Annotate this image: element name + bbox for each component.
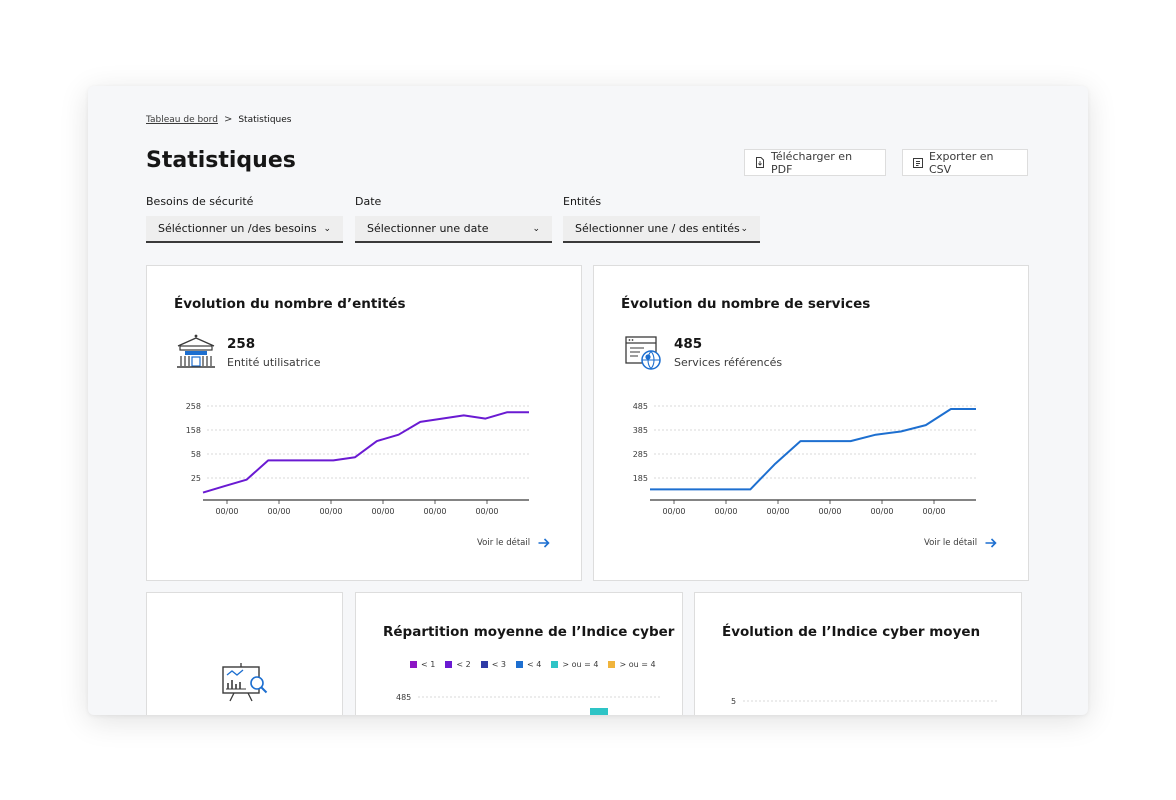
cyber-evolution-line-chart: 5: [731, 697, 999, 706]
y-tick-label: 185: [633, 474, 648, 483]
bar: [590, 708, 608, 715]
y-tick-label: 485: [633, 402, 648, 411]
y-tick-label: 385: [633, 426, 648, 435]
services-line-chart: 485 385 285 185 00/00 00/00 00/00 00/00 00/00 00/…: [633, 402, 976, 516]
page-title: Statistiques: [146, 148, 296, 173]
security-needs-select[interactable]: Séléctionner un /des besoins ⌄: [146, 216, 343, 243]
x-tick-label: 00/00: [475, 507, 498, 516]
chevron-down-icon: ⌄: [532, 223, 540, 234]
legend-swatch: [551, 661, 559, 668]
x-tick-label: 00/00: [662, 507, 685, 516]
cyber-evolution-card: Évolution de l’Indice cyber moyen 5: [694, 592, 1022, 715]
y-tick-label: 158: [186, 426, 201, 435]
see-details-link[interactable]: Voir le détail: [477, 538, 550, 548]
see-details-label: Voir le détail: [924, 538, 978, 548]
services-evolution-card: Évolution du nombre de services 485 Serv…: [593, 265, 1029, 581]
y-tick-label: 285: [633, 450, 648, 459]
export-csv-label: Exporter en CSV: [929, 149, 994, 176]
legend-label: < 2: [456, 660, 471, 669]
legend-item: > ou = 4: [608, 660, 656, 669]
legend-item: < 1: [410, 660, 435, 669]
breadcrumb-home-link[interactable]: Tableau de bord: [146, 115, 218, 125]
chart-legend: < 1 < 2 < 3 < 4 > ou = 4 > ou = 4: [410, 660, 656, 669]
x-tick-label: 00/00: [714, 507, 737, 516]
x-tick-label: 00/00: [922, 507, 945, 516]
presentation-search-icon: [222, 663, 268, 702]
web-service-icon: [625, 336, 661, 370]
export-csv-button[interactable]: Exporter en CSV: [902, 149, 1028, 176]
x-tick-label: 00/00: [319, 507, 342, 516]
legend-label: < 1: [421, 660, 436, 669]
legend-swatch: [410, 661, 417, 668]
kpi-value: 258: [227, 336, 256, 352]
entities-evolution-card: Évolution du nombre d’entités 258 Entité…: [146, 265, 582, 581]
chevron-down-icon: ⌄: [740, 223, 748, 234]
see-details-link[interactable]: Voir le détail: [924, 538, 997, 548]
y-tick-label: 485: [396, 693, 411, 702]
filter-label-date: Date: [355, 195, 382, 208]
download-pdf-label: Télécharger en PDF: [771, 149, 853, 176]
arrow-right-icon: [985, 538, 997, 548]
kpi-value: 485: [674, 336, 703, 352]
card-title: Répartition moyenne de l’Indice cyber: [383, 624, 675, 640]
breadcrumb-current: Statistiques: [238, 114, 292, 125]
security-needs-select-value: Séléctionner un /des besoins: [158, 222, 317, 235]
x-tick-label: 00/00: [267, 507, 290, 516]
legend-swatch: [480, 661, 488, 668]
card-title: Évolution du nombre d’entités: [174, 296, 406, 312]
entities-line-chart: 258 158 58 25 00/00 00/00 00/00 00/00 00/00 00/00: [186, 402, 529, 516]
entities-select[interactable]: Sélectionner une / des entités ⌄: [563, 216, 760, 243]
y-tick-label: 25: [191, 474, 201, 483]
series-line: [650, 408, 976, 491]
x-tick-label: 00/00: [423, 507, 446, 516]
legend-item: < 4: [516, 660, 541, 669]
legend-item: < 3: [480, 660, 507, 669]
kpi-label: Services référencés: [674, 356, 783, 369]
date-select[interactable]: Sélectionner une date ⌄: [355, 216, 552, 243]
legend-label: < 4: [527, 660, 542, 669]
entities-select-value: Sélectionner une / des entités: [575, 222, 740, 235]
legend-swatch: [445, 661, 453, 668]
download-pdf-button[interactable]: Télécharger en PDF: [744, 149, 886, 176]
filter-label-entities: Entités: [563, 195, 602, 208]
app-window: Tableau de bord > Statistiques Statistiq…: [88, 86, 1088, 715]
legend-swatch: [516, 661, 524, 668]
file-download-icon: [756, 157, 764, 168]
y-tick-label: 258: [186, 402, 201, 411]
card-title: Évolution du nombre de services: [621, 296, 871, 312]
x-tick-label: 00/00: [371, 507, 394, 516]
x-tick-label: 00/00: [818, 507, 841, 516]
legend-item: < 2: [445, 660, 471, 669]
y-tick-label: 58: [191, 450, 201, 459]
x-tick-label: 00/00: [870, 507, 893, 516]
date-select-value: Sélectionner une date: [367, 222, 489, 235]
legend-label: < 3: [491, 660, 507, 669]
x-tick-label: 00/00: [215, 507, 238, 516]
legend-item: > ou = 4: [551, 660, 598, 669]
illustration-card: [146, 592, 343, 715]
breadcrumb-separator: >: [223, 114, 233, 125]
series-line: [202, 411, 529, 494]
arrow-right-icon: [538, 538, 550, 548]
legend-label: > ou = 4: [562, 660, 599, 669]
x-tick-label: 00/00: [766, 507, 789, 516]
kpi-label: Entité utilisatrice: [227, 356, 321, 369]
cyber-distribution-bar-chart: 485: [396, 693, 660, 715]
legend-swatch: [608, 661, 616, 668]
y-tick-label: 5: [731, 697, 736, 706]
chevron-down-icon: ⌄: [323, 223, 331, 234]
legend-label: > ou = 4: [619, 660, 656, 669]
file-export-icon: [913, 157, 923, 168]
building-icon: [177, 334, 215, 368]
breadcrumb: Tableau de bord > Statistiques: [146, 114, 292, 125]
see-details-label: Voir le détail: [477, 538, 531, 548]
card-title: Évolution de l’Indice cyber moyen: [722, 624, 981, 640]
filter-label-security-needs: Besoins de sécurité: [146, 195, 254, 208]
cyber-distribution-card: Répartition moyenne de l’Indice cyber < …: [355, 592, 683, 715]
